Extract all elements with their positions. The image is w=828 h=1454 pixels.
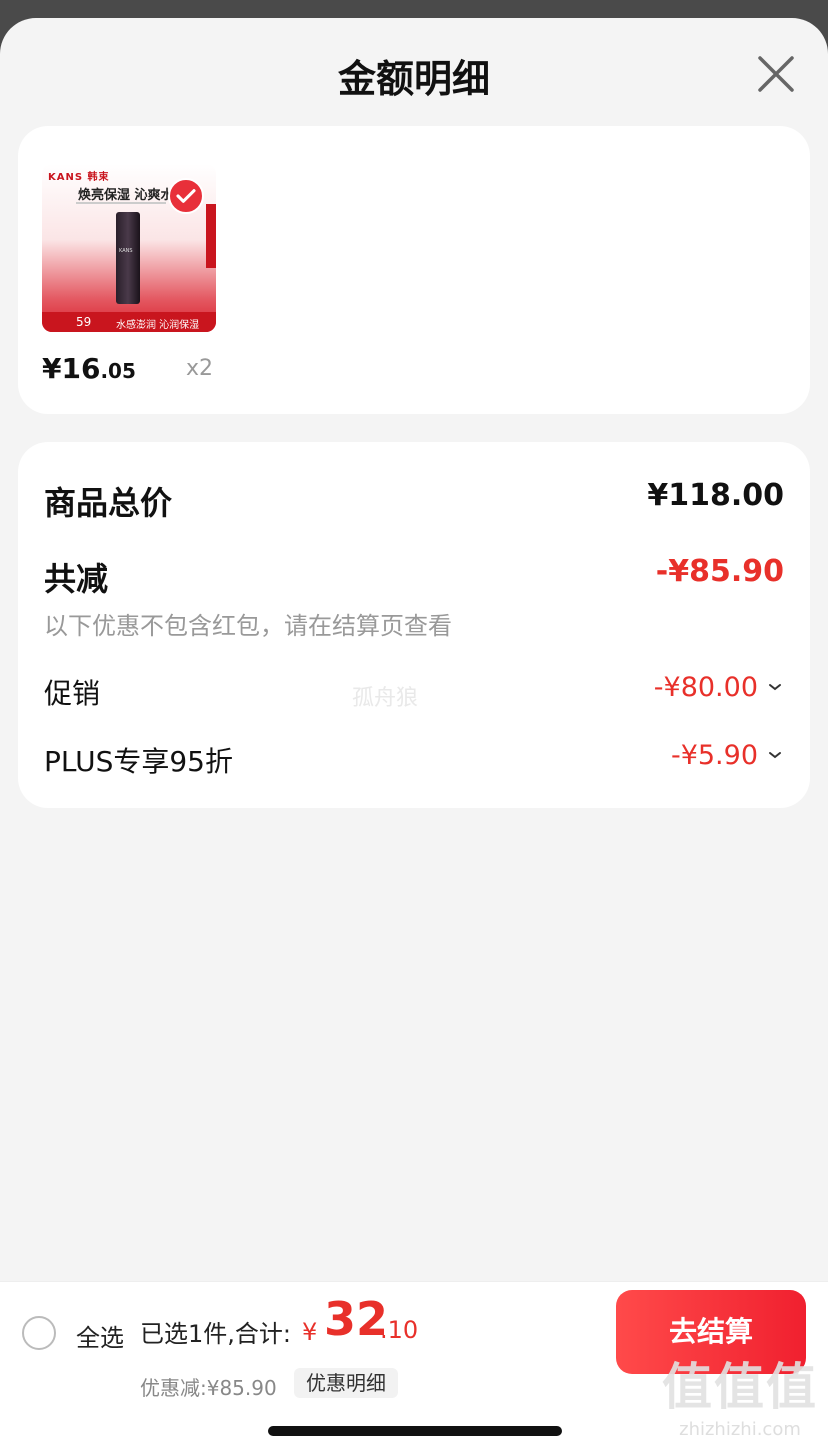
- product-bottle-image: [116, 212, 140, 304]
- bottle-label: KANS: [119, 248, 133, 254]
- reduction-label: 共减: [44, 560, 109, 598]
- product-card: KANS 韩束 焕亮保湿 沁爽水 KANS 59 水感澎润 沁润保湿 ¥16.0…: [18, 126, 810, 414]
- chevron-down-icon[interactable]: [766, 678, 784, 696]
- thumb-price: 59: [76, 315, 92, 329]
- thumb-slogan: 水感澎润 沁润保湿: [116, 320, 200, 331]
- promo-label: 促销: [44, 677, 101, 710]
- unit-price-dec: .05: [100, 359, 136, 383]
- quantity: x2: [186, 356, 214, 381]
- watermark-site: zhizhizhi.com: [679, 1419, 801, 1440]
- product-brand: KANS 韩束: [48, 172, 110, 183]
- side-tag: [206, 204, 216, 268]
- corner-watermark: 值值值 zhizhizhi.com: [662, 1347, 818, 1440]
- price-summary-card: 商品总价 ¥118.00 共减 -¥85.90 以下优惠不包含红包，请在结算页查…: [18, 442, 810, 808]
- unit-price: ¥16.05: [42, 352, 136, 385]
- selected-count-text: 已选1件,合计:: [140, 1320, 291, 1348]
- selected-check-icon[interactable]: [168, 178, 204, 214]
- total-value: ¥118.00: [647, 478, 784, 513]
- plus-label: PLUS专享95折: [44, 745, 233, 778]
- total-int: 32: [324, 1292, 389, 1346]
- home-indicator: [268, 1426, 562, 1436]
- select-all-radio[interactable]: [22, 1316, 56, 1350]
- total-label: 商品总价: [44, 484, 173, 522]
- unit-price-int: ¥16: [42, 352, 101, 385]
- thumb-divider: [76, 202, 166, 204]
- close-icon[interactable]: [754, 52, 798, 96]
- discount-detail-button[interactable]: 优惠明细: [294, 1368, 398, 1398]
- reduction-value: -¥85.90: [655, 554, 784, 589]
- promo-value: -¥80.00: [653, 672, 758, 703]
- watermark-logo: 值值值: [662, 1358, 818, 1416]
- chevron-down-icon[interactable]: [766, 746, 784, 764]
- center-watermark: 孤舟狼: [352, 686, 419, 711]
- amount-detail-sheet: 金额明细 KANS 韩束 焕亮保湿 沁爽水 KANS 59 水感澎润 沁润保湿 …: [0, 18, 828, 1454]
- sheet-title: 金额明细: [337, 57, 490, 101]
- discount-text: 优惠减:¥85.90: [140, 1376, 277, 1400]
- product-headline: 焕亮保湿 沁爽水: [78, 188, 174, 203]
- thumb-price-bar: 59 水感澎润 沁润保湿: [42, 312, 216, 332]
- select-all-label[interactable]: 全选: [76, 1318, 124, 1353]
- total-dec: .10: [380, 1316, 419, 1344]
- redpacket-note: 以下优惠不包含红包，请在结算页查看: [44, 612, 452, 640]
- total-currency: ¥: [302, 1318, 318, 1346]
